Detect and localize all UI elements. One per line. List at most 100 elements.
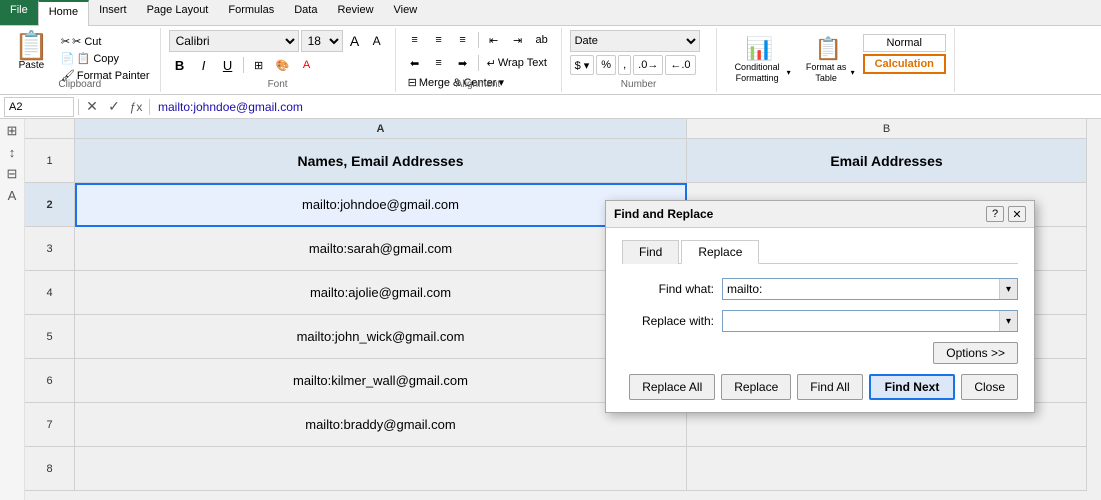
cell-7a[interactable]: mailto:braddy@gmail.com [75, 403, 687, 447]
tab-data[interactable]: Data [284, 0, 327, 25]
cell-4a[interactable]: mailto:ajolie@gmail.com [75, 271, 687, 315]
dialog-close-button[interactable]: ✕ [1008, 206, 1026, 222]
options-button[interactable]: Options >> [933, 342, 1018, 364]
col-header-a[interactable]: A [75, 119, 687, 139]
increase-decimal-button[interactable]: .0→ [633, 55, 663, 75]
cell-styles-area: Normal Calculation [863, 34, 946, 74]
left-panel: ⊞ ↕ ⊟ A [0, 119, 25, 500]
font-shrink-button[interactable]: A [367, 31, 387, 51]
tab-view[interactable]: View [384, 0, 428, 25]
align-top-left-button[interactable]: ≡ [404, 30, 426, 50]
cut-button[interactable]: ✂ ✂ Cut [59, 34, 152, 49]
find-all-button[interactable]: Find All [797, 374, 862, 400]
col-header-b[interactable]: B [687, 119, 1087, 139]
row-num-1: 1 [25, 139, 75, 183]
replace-with-input[interactable] [723, 311, 999, 331]
confirm-formula-button[interactable]: ✓ [105, 98, 123, 116]
panel-icon-3[interactable]: ⊟ [7, 166, 18, 182]
calculation-style[interactable]: Calculation [863, 54, 946, 74]
cell-6a[interactable]: mailto:kilmer_wall@gmail.com [75, 359, 687, 403]
font-family-select[interactable]: Calibri [169, 30, 299, 52]
tab-home[interactable]: Home [38, 0, 89, 26]
paste-button[interactable]: 📋 Paste [8, 30, 55, 73]
font-color-button[interactable]: A [296, 55, 318, 75]
align-top-center-button[interactable]: ≡ [428, 30, 450, 50]
find-next-button[interactable]: Find Next [869, 374, 956, 400]
close-button[interactable]: Close [961, 374, 1018, 400]
table-row: 1 Names, Email Addresses Email Addresses [25, 139, 1101, 183]
find-what-row: Find what: ▾ [622, 278, 1018, 300]
indent-increase-button[interactable]: ⇥ [507, 30, 529, 50]
format-table-button[interactable]: 📋 Format as Table ▾ [799, 34, 859, 86]
options-row: Options >> [622, 342, 1018, 364]
bold-button[interactable]: B [169, 55, 191, 75]
number-format-select-wrapper: Date General Number [570, 30, 708, 52]
cell-5a[interactable]: mailto:john_wick@gmail.com [75, 315, 687, 359]
formula-bar-divider [78, 99, 79, 115]
row-num-8: 8 [25, 447, 75, 491]
cell-8a[interactable] [75, 447, 687, 491]
alignment-group-label: Alignment [396, 79, 561, 90]
conditional-formatting-button[interactable]: 📊 Conditional Formatting ▾ [725, 34, 795, 86]
font-grow-button[interactable]: A [345, 31, 365, 51]
align-top-right-button[interactable]: ≡ [452, 30, 474, 50]
cell-reference-input[interactable] [4, 97, 74, 117]
percent-button[interactable]: % [596, 55, 616, 75]
replace-button[interactable]: Replace [721, 374, 791, 400]
cancel-formula-button[interactable]: ✕ [83, 98, 101, 116]
currency-button[interactable]: $ ▾ [570, 55, 595, 75]
align-center-button[interactable]: ≡ [428, 53, 450, 73]
font-size-select[interactable]: 18 [301, 30, 343, 52]
fill-color-button[interactable]: 🎨 [272, 55, 294, 75]
align-right-button[interactable]: ➡ [452, 53, 474, 73]
decrease-decimal-button[interactable]: ←.0 [665, 55, 695, 75]
replace-all-button[interactable]: Replace All [629, 374, 715, 400]
panel-icon-1[interactable]: ⊞ [7, 123, 18, 139]
replace-with-dropdown[interactable]: ▾ [999, 311, 1017, 331]
panel-icon-4[interactable]: A [8, 188, 17, 203]
tab-insert[interactable]: Insert [89, 0, 137, 25]
copy-button[interactable]: 📄 📋 Copy [59, 51, 152, 66]
tab-review[interactable]: Review [327, 0, 383, 25]
border-button[interactable]: ⊞ [248, 55, 270, 75]
align-separator [478, 32, 479, 48]
dialog-help-button[interactable]: ? [986, 206, 1004, 222]
number-format-select[interactable]: Date General Number [570, 30, 700, 52]
cell-1b[interactable]: Email Addresses [687, 139, 1087, 183]
find-what-label: Find what: [622, 282, 722, 296]
replace-with-label: Replace with: [622, 314, 722, 328]
number-group: Date General Number $ ▾ % , .0→ ←.0 Numb… [562, 28, 717, 92]
dialog-tab-find[interactable]: Find [622, 240, 679, 264]
insert-function-button[interactable]: ƒx [127, 98, 145, 116]
find-what-dropdown[interactable]: ▾ [999, 279, 1017, 299]
find-what-input[interactable] [723, 279, 999, 299]
dialog-tab-replace[interactable]: Replace [681, 240, 759, 264]
orientation-button[interactable]: ab [531, 30, 553, 50]
dialog-buttons: Replace All Replace Find All Find Next C… [622, 374, 1018, 400]
cell-3a[interactable]: mailto:sarah@gmail.com [75, 227, 687, 271]
indent-decrease-button[interactable]: ⇤ [483, 30, 505, 50]
format-table-dropdown-icon: ▾ [851, 68, 855, 77]
find-replace-dialog[interactable]: Find and Replace ? ✕ Find Replace Find w… [605, 200, 1035, 413]
tab-page-layout[interactable]: Page Layout [137, 0, 219, 25]
normal-style[interactable]: Normal [863, 34, 946, 52]
ribbon-tabs-row: File Home Insert Page Layout Formulas Da… [0, 0, 1101, 26]
dialog-controls: ? ✕ [986, 206, 1026, 222]
formula-input[interactable] [154, 97, 1097, 117]
cell-1a[interactable]: Names, Email Addresses [75, 139, 687, 183]
tab-formulas[interactable]: Formulas [218, 0, 284, 25]
underline-button[interactable]: U [217, 55, 239, 75]
cell-8b[interactable] [687, 447, 1087, 491]
table-row: 8 [25, 447, 1101, 491]
wrap-text-button[interactable]: ↵ Wrap Text [483, 53, 551, 73]
comma-button[interactable]: , [618, 55, 631, 75]
dialog-body: Find Replace Find what: ▾ Replace with: … [606, 228, 1034, 412]
tab-file[interactable]: File [0, 0, 38, 25]
dialog-tabs: Find Replace [622, 240, 1018, 264]
align-left-button[interactable]: ⬅ [404, 53, 426, 73]
cell-2a[interactable]: mailto:johndoe@gmail.com [75, 183, 687, 227]
italic-button[interactable]: I [193, 55, 215, 75]
clipboard-group: 📋 Paste ✂ ✂ Cut 📄 📋 Copy 🖌 Format Painte… [0, 28, 161, 92]
panel-icon-2[interactable]: ↕ [9, 145, 16, 160]
row-num-7: 7 [25, 403, 75, 447]
